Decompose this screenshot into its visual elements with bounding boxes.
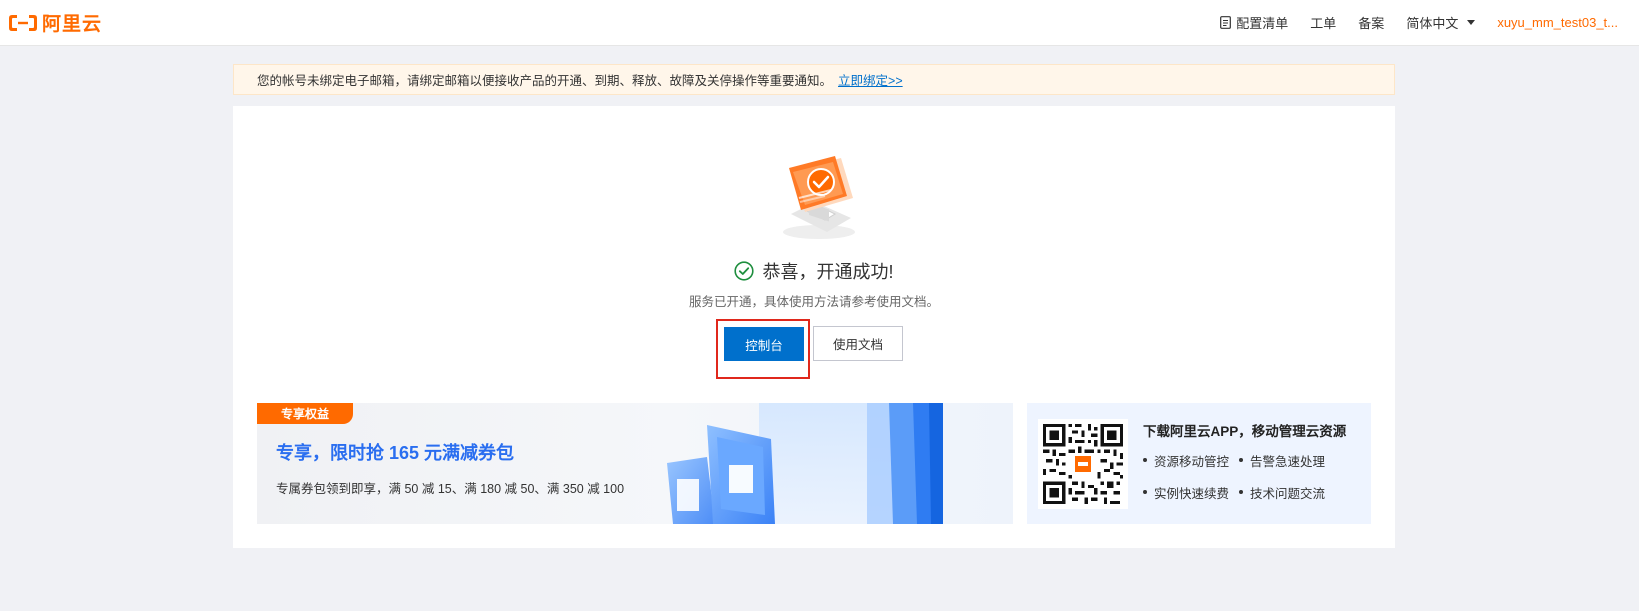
qr-code-icon	[1043, 424, 1123, 504]
caret-down-icon	[1467, 20, 1476, 25]
promo-decoration-icon	[667, 403, 943, 524]
app-download-title: 下载阿里云APP，移动管理云资源	[1143, 424, 1347, 439]
notice-text: 您的帐号未绑定电子邮箱，请绑定邮箱以便接收产品的开通、到期、释放、故障及关停操作…	[257, 74, 833, 88]
app-download-panel: 下载阿里云APP，移动管理云资源 资源移动管控 告警急速处理 实例快速续费 技术…	[1027, 403, 1371, 524]
user-account-menu[interactable]: xuyu_mm_test03_t...	[1497, 15, 1618, 30]
clipboard-icon	[1220, 16, 1232, 29]
header-nav: 配置清单 工单 备案 简体中文 xuyu_mm_test03_t...	[1220, 13, 1618, 32]
email-binding-notice: 您的帐号未绑定电子邮箱，请绑定邮箱以便接收产品的开通、到期、释放、故障及关停操作…	[233, 64, 1395, 95]
list-item: 实例快速续费	[1143, 483, 1239, 501]
bind-email-link[interactable]: 立即绑定>>	[838, 70, 903, 89]
language-selector[interactable]: 简体中文	[1406, 13, 1476, 32]
nav-ticket[interactable]: 工单	[1310, 13, 1336, 32]
logo-text: 阿里云	[42, 14, 103, 35]
result-actions: 控制台 使用文档	[716, 319, 916, 379]
aliyun-logo-icon	[9, 14, 37, 31]
exclusive-benefit-tag: 专享权益	[257, 403, 353, 424]
language-label: 简体中文	[1406, 16, 1459, 31]
nav-ticket-label: 工单	[1310, 16, 1337, 31]
top-navbar: 阿里云 配置清单 工单 备案 简体中文 xuyu_mm_test03_t...	[0, 0, 1639, 46]
aliyun-logo[interactable]: 阿里云	[8, 9, 102, 36]
console-button[interactable]: 控制台	[724, 327, 804, 361]
success-title: 恭喜，开通成功!	[762, 262, 894, 282]
list-item: 资源移动管控	[1143, 451, 1239, 469]
list-item: 告警急速处理	[1239, 451, 1349, 469]
result-card: 恭喜，开通成功! 服务已开通，具体使用方法请参考使用文档。 控制台 使用文档 专…	[233, 106, 1395, 548]
nav-config-list-label: 配置清单	[1236, 16, 1289, 31]
nav-config-list[interactable]: 配置清单	[1220, 13, 1288, 32]
success-computer-illustration-icon	[783, 156, 855, 239]
nav-filing-label: 备案	[1358, 16, 1385, 31]
success-subtitle: 服务已开通，具体使用方法请参考使用文档。	[688, 295, 939, 309]
app-feature-list: 资源移动管控 告警急速处理 实例快速续费 技术问题交流	[1143, 451, 1363, 501]
coupon-promo-banner[interactable]: 专享权益 专享，限时抢 165 元满减券包 专属券包领到即享，满 50 减 15…	[257, 403, 1013, 524]
nav-filing[interactable]: 备案	[1358, 13, 1384, 32]
success-title-row: 恭喜，开通成功!	[233, 258, 1395, 284]
check-circle-icon	[734, 261, 755, 281]
list-item: 技术问题交流	[1239, 483, 1349, 501]
user-name: xuyu_mm_test03_t...	[1497, 15, 1618, 30]
promo-title: 专享，限时抢 165 元满减券包	[276, 443, 515, 463]
app-qr-code	[1038, 419, 1128, 509]
promo-description: 专属券包领到即享，满 50 减 15、满 180 减 50、满 350 减 10…	[276, 482, 625, 496]
documentation-button[interactable]: 使用文档	[813, 326, 903, 361]
